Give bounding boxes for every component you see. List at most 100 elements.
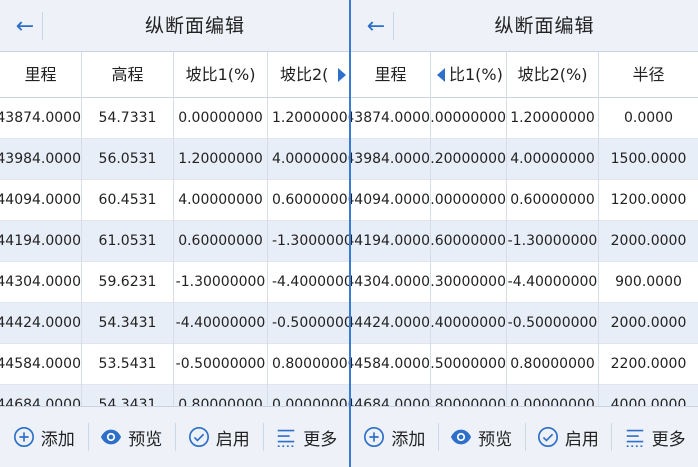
table-cell[interactable]: 44304.0000 [351, 262, 430, 303]
table-cell[interactable]: 44584.0000 [0, 344, 81, 385]
preview-label: 预览 [478, 429, 513, 450]
table-cell[interactable]: 43984.0000 [351, 139, 430, 180]
table-cell[interactable]: 1.20000000 [431, 139, 506, 180]
header-elevation[interactable]: 高程 [82, 52, 173, 98]
table-cell[interactable]: -4.40000000 [268, 262, 350, 303]
table-cell[interactable]: 0.60000000 [174, 221, 267, 262]
cell-value: 1500.0000 [610, 151, 687, 167]
table-cell[interactable]: 60.4531 [82, 180, 173, 221]
table-cell[interactable]: 4.00000000 [174, 180, 267, 221]
header-slope1[interactable]: 比1(%) [431, 52, 506, 98]
table-cell[interactable]: -1.30000000 [431, 262, 506, 303]
table-cell[interactable]: 0.60000000 [268, 180, 350, 221]
enable-button[interactable]: 启用 [524, 415, 612, 459]
more-button[interactable]: 更多 [611, 415, 698, 459]
table-cell[interactable]: 44584.0000 [351, 344, 430, 385]
table-cell[interactable]: 44424.0000 [0, 303, 81, 344]
cell-value: 43874.0000 [351, 110, 430, 126]
page-title: 纵断面编辑 [144, 15, 245, 37]
table-cell[interactable]: -0.50000000 [507, 303, 598, 344]
add-button[interactable]: 添加 [0, 415, 88, 459]
table-cell[interactable]: 4.00000000 [431, 180, 506, 221]
table-cell[interactable]: 4.00000000 [507, 139, 598, 180]
preview-button[interactable]: 预览 [87, 415, 176, 459]
table-cell[interactable]: -1.30000000 [174, 262, 267, 303]
table-cell[interactable]: 54.3431 [82, 303, 173, 344]
header-slope2[interactable]: 坡比2(%) [507, 52, 598, 98]
table-cell[interactable]: -1.30000000 [268, 221, 350, 262]
table-cell[interactable]: -4.40000000 [431, 303, 506, 344]
table-cell[interactable]: 900.0000 [599, 262, 698, 303]
table-cell[interactable]: 44194.0000 [0, 221, 81, 262]
table-cell[interactable]: 44094.0000 [0, 180, 81, 221]
more-button[interactable]: 更多 [262, 415, 351, 459]
plus-circle-icon [363, 426, 385, 448]
table-cell[interactable]: 54.7331 [82, 98, 173, 139]
cell-value: 44424.0000 [0, 315, 81, 331]
table-cell[interactable]: 1.20000000 [174, 139, 267, 180]
header-slope1[interactable]: 坡比1(%) [174, 52, 267, 98]
header-mileage[interactable]: 里程 [0, 52, 81, 98]
table-cell[interactable]: -0.50000000 [431, 344, 506, 385]
cell-value: -1.30000000 [175, 274, 266, 290]
table-cell[interactable]: 0.0000 [599, 98, 698, 139]
table-cell[interactable]: 1.20000000 [507, 98, 598, 139]
header-slope2[interactable]: 坡比2( [268, 52, 350, 98]
table-cell[interactable]: 2000.0000 [599, 221, 698, 262]
table-cell[interactable]: 44304.0000 [0, 262, 81, 303]
enable-label: 启用 [215, 429, 250, 450]
preview-label: 预览 [128, 429, 163, 450]
cell-value: 54.3431 [98, 315, 157, 331]
table-cell[interactable]: 4000.0000 [599, 385, 698, 406]
add-button[interactable]: 添加 [351, 415, 438, 459]
table-cell[interactable]: 0.80000000 [268, 344, 350, 385]
table-cell[interactable]: 4.00000000 [268, 139, 350, 180]
table-cell[interactable]: 2000.0000 [599, 303, 698, 344]
table-cell[interactable]: 53.5431 [82, 344, 173, 385]
back-button[interactable]: ← [8, 10, 42, 42]
add-label: 添加 [391, 429, 426, 450]
table-cell[interactable]: 0.00000000 [431, 98, 506, 139]
table-cell[interactable]: 0.60000000 [507, 180, 598, 221]
table-cell[interactable]: 61.0531 [82, 221, 173, 262]
table-cell[interactable]: -1.30000000 [507, 221, 598, 262]
table-cell[interactable]: 43984.0000 [0, 139, 81, 180]
table-cell[interactable]: 44094.0000 [351, 180, 430, 221]
column-slope2: 坡比2(%) 1.20000000 4.00000000 0.60000000 -1.… [507, 52, 599, 406]
table-cell[interactable]: -0.50000000 [174, 344, 267, 385]
header-radius[interactable]: 半径 [599, 52, 698, 98]
table-cell[interactable]: 44424.0000 [351, 303, 430, 344]
cell-value: -1.30000000 [272, 233, 350, 249]
table-cell[interactable]: 0.00000000 [268, 385, 350, 406]
back-button[interactable]: ← [359, 10, 393, 42]
table-cell[interactable]: 1500.0000 [599, 139, 698, 180]
preview-button[interactable]: 预览 [437, 415, 525, 459]
table-cell[interactable]: 2200.0000 [599, 344, 698, 385]
table-cell[interactable]: 0.80000000 [507, 344, 598, 385]
enable-button[interactable]: 启用 [175, 415, 263, 459]
table-cell[interactable]: 44194.0000 [351, 221, 430, 262]
table-cell[interactable]: -4.40000000 [507, 262, 598, 303]
data-table[interactable]: 里程 43874.0000 43984.0000 44094.0000 44194.0… [0, 52, 350, 406]
table-cell[interactable]: 59.6231 [82, 262, 173, 303]
table-cell[interactable]: 0.00000000 [507, 385, 598, 406]
table-cell[interactable]: -4.40000000 [174, 303, 267, 344]
table-cell[interactable]: 0.60000000 [431, 221, 506, 262]
table-cell[interactable]: 0.80000000 [431, 385, 506, 406]
table-cell[interactable]: 43874.0000 [351, 98, 430, 139]
table-cell[interactable]: 54.3431 [82, 385, 173, 406]
triangle-left-icon[interactable] [437, 68, 445, 82]
table-cell[interactable]: 0.80000000 [174, 385, 267, 406]
cell-value: 43874.0000 [0, 110, 81, 126]
data-table[interactable]: 里程 43874.0000 43984.0000 44094.0000 44194.0… [351, 52, 698, 406]
table-cell[interactable]: 43874.0000 [0, 98, 81, 139]
header-mileage[interactable]: 里程 [351, 52, 430, 98]
table-cell[interactable]: 0.00000000 [174, 98, 267, 139]
table-cell[interactable]: 44684.0000 [0, 385, 81, 406]
table-cell[interactable]: 1.20000000 [268, 98, 350, 139]
table-cell[interactable]: 56.0531 [82, 139, 173, 180]
triangle-right-icon[interactable] [338, 68, 346, 82]
table-cell[interactable]: 44684.0000 [351, 385, 430, 406]
table-cell[interactable]: -0.50000000 [268, 303, 350, 344]
table-cell[interactable]: 1200.0000 [599, 180, 698, 221]
